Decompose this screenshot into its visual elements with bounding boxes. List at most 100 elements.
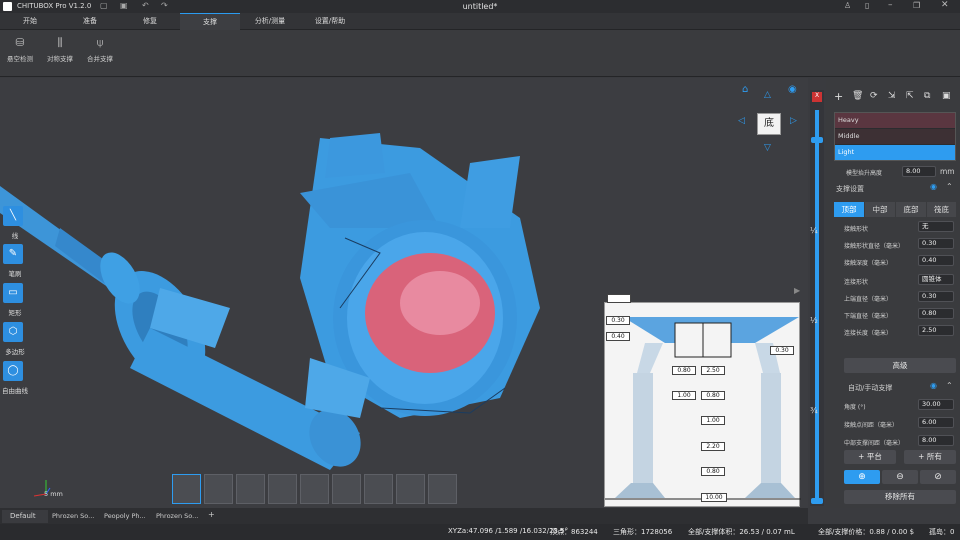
polygon-tool-label: 多边形 [5,348,25,356]
slider-mark: ¼ [810,226,818,235]
tab-support[interactable]: 支撑 [180,13,240,30]
contact-shape-select[interactable]: 无 [918,221,954,232]
contact-spacing-input[interactable]: 6.00 [918,417,954,428]
layer-slider-track[interactable] [815,110,819,500]
tab-top[interactable]: 顶部 [834,202,864,217]
file-tab[interactable]: Phrozen So... [52,510,104,523]
layer-slider-top-handle[interactable] [811,137,823,143]
export-icon[interactable]: ⇱ [906,91,914,101]
row-label: 接触点间距（毫米） [844,422,899,429]
polygon-tool-button[interactable]: ⬡ [3,322,23,342]
lift-height-input[interactable]: 8.00 [902,166,936,177]
diagram-label: 0.40 [606,332,630,341]
user-icon[interactable]: ♙ [844,1,851,10]
collapse-icon[interactable]: ⌃ [946,381,953,390]
view-left-icon[interactable]: ◁ [738,116,745,126]
add-support-button[interactable]: ⊕ [844,470,880,484]
collapse-icon[interactable]: ⌃ [946,182,953,191]
brush-tool-button[interactable]: ✎ [3,244,23,264]
tab-repair[interactable]: 修复 [120,13,180,30]
import-icon[interactable]: ⇲ [888,91,896,101]
support-style-9[interactable] [428,474,457,504]
support-style-1[interactable] [172,474,201,504]
edit-support-button[interactable]: ⊘ [920,470,956,484]
row-label: 接触形状直径（毫米） [844,243,905,250]
contact-diameter-input[interactable]: 0.30 [918,238,954,249]
support-style-3[interactable] [236,474,265,504]
line-tool-button[interactable]: ╲ [3,206,23,226]
refresh-icon[interactable]: ⟳ [870,91,878,101]
support-style-8[interactable] [396,474,425,504]
eye-icon[interactable]: ◉ [788,84,797,95]
support-style-6[interactable] [332,474,361,504]
contact-depth-input[interactable]: 0.40 [918,255,954,266]
view-right-icon[interactable]: ▷ [790,116,797,126]
file-tab[interactable]: Phrozen So... [156,510,208,523]
file-tab-bar: Default Phrozen So... Peopoly Ph... Phro… [0,508,808,524]
view-cube[interactable]: 底 [757,113,781,135]
line-icon: ╲ [9,210,17,221]
tab-bottom[interactable]: 底部 [896,202,926,217]
layer-slider-bottom-handle[interactable] [811,498,823,504]
delete-preset-icon[interactable]: 🗑 [852,91,863,101]
connection-shape-select[interactable]: 圆锥体 [918,274,954,285]
restore-icon[interactable]: ❐ [913,1,920,10]
tab-middle[interactable]: 中部 [865,202,895,217]
merge-support-button[interactable]: ⍦ 合并支撑 [84,36,116,63]
connection-length-input[interactable]: 2.50 [918,325,954,336]
remove-all-button[interactable]: 移除所有 [844,490,956,504]
island-count: 孤岛：0 [929,528,955,536]
help-icon[interactable]: ▯ [865,1,869,10]
advanced-button[interactable]: 高级 [844,358,956,373]
add-platform-button[interactable]: + 平台 [844,450,896,464]
auto-manual-title: 自动/手动支撑 [848,384,893,392]
tool-label: 对称支撑 [47,55,73,63]
remove-support-button[interactable]: ⊖ [882,470,918,484]
line-tool-label: 线 [11,232,19,240]
file-tab[interactable]: Peopoly Ph... [104,510,156,523]
save-preset-icon[interactable]: ▣ [942,91,951,101]
merge-support-icon: ⍦ [96,36,104,49]
minimize-icon[interactable]: – [888,0,893,10]
preset-item-active[interactable]: Light [835,145,955,160]
symmetric-support-button[interactable]: ⫼ 对称支撑 [44,36,76,63]
add-tab-icon[interactable]: + [208,510,215,519]
3d-viewport[interactable]: ╲ 线 ✎ 笔刷 ▭ 矩形 ⬡ 多边形 ◯ 自由曲线 5 mm ⌂ △ ◉ ◁ … [0,78,808,508]
support-style-4[interactable] [268,474,297,504]
symmetric-support-icon: ⫼ [57,36,63,49]
middle-spacing-input[interactable]: 8.00 [918,435,954,446]
lower-diameter-input[interactable]: 0.80 [918,308,954,319]
add-all-button[interactable]: + 所有 [904,450,956,464]
support-style-5[interactable] [300,474,329,504]
angle-input[interactable]: 30.00 [918,399,954,410]
tab-settings[interactable]: 设置/帮助 [300,13,360,30]
overhang-detect-button[interactable]: ⛁ 悬空检测 [4,36,36,63]
copy-icon[interactable]: ⧉ [924,91,930,101]
lift-height-unit: mm [940,167,955,176]
view-down-icon[interactable]: ▽ [764,143,771,153]
preset-item[interactable]: Heavy [835,113,955,128]
panel-expand-icon[interactable]: ▶ [794,286,800,295]
upper-diameter-input[interactable]: 0.30 [918,291,954,302]
home-view-icon[interactable]: ⌂ [742,84,748,95]
close-icon[interactable]: ✕ [941,0,949,10]
plus-icon: ⊕ [858,472,866,482]
file-tab[interactable]: Default [2,510,48,523]
view-up-icon[interactable]: △ [764,90,771,100]
visibility-icon[interactable]: ◉ [930,182,937,191]
vertex-count: 顶点：863244 [550,528,598,536]
rectangle-tool-button[interactable]: ▭ [3,283,23,303]
add-preset-icon[interactable]: + [834,90,843,103]
support-style-2[interactable] [204,474,233,504]
support-style-7[interactable] [364,474,393,504]
preset-item[interactable]: Middle [835,129,955,144]
visibility-icon[interactable]: ◉ [930,381,937,390]
ribbon-toolbar: ⛁ 悬空检测 ⫼ 对称支撑 ⍦ 合并支撑 [0,30,960,77]
tab-analyze[interactable]: 分析/测量 [240,13,300,30]
brush-icon: ✎ [8,248,18,259]
tab-prepare[interactable]: 准备 [60,13,120,30]
diagram-label: 10.00 [701,493,727,502]
tab-start[interactable]: 开始 [0,13,60,30]
freehand-tool-button[interactable]: ◯ [3,361,23,381]
tab-raft[interactable]: 筏底 [927,202,956,217]
